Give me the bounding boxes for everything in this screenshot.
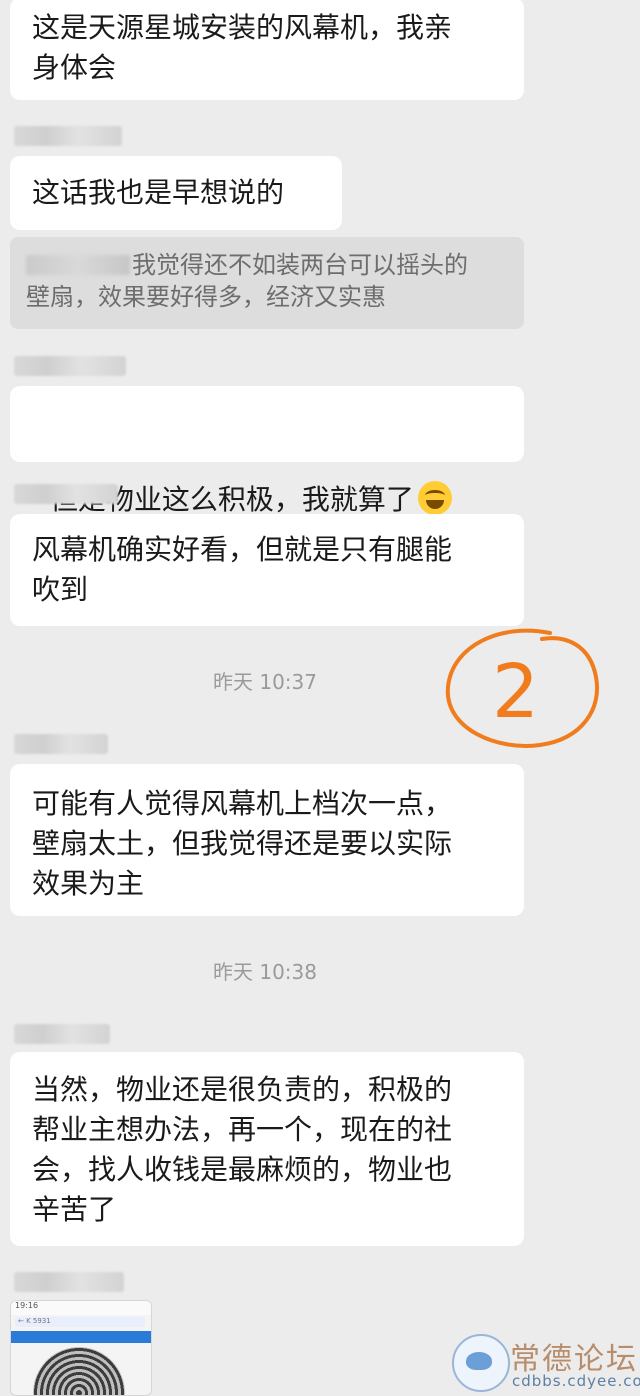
thumbnail-nav-bar: ← K 5931	[15, 1317, 145, 1327]
laughing-tears-emoji-icon	[417, 481, 452, 515]
forum-logo-icon	[452, 1334, 510, 1392]
image-message-thumbnail[interactable]: 19:16 ← K 5931	[10, 1300, 152, 1396]
message-bubble[interactable]: 当然，物业还是很负责的，积极的 帮业主想办法，再一个，现在的社 会，找人收钱是最…	[10, 1052, 524, 1246]
message-bubble[interactable]: 但是物业这么积极，我就算了	[10, 386, 524, 516]
thumbnail-header	[11, 1331, 151, 1343]
thumbnail-status-bar: 19:16	[11, 1301, 151, 1315]
timestamp: 昨天 10:38	[213, 960, 317, 984]
message-bubble[interactable]: 这话我也是早想说的	[10, 156, 342, 230]
message-bubble[interactable]: 风幕机确实好看，但就是只有腿能 吹到	[10, 514, 524, 626]
annotation-label: 2	[492, 649, 539, 735]
watermark-url: cdbbs.cdyee.com	[512, 1372, 640, 1390]
fan-image	[33, 1347, 125, 1395]
sender-name-blurred	[14, 734, 108, 754]
message-bubble[interactable]: 可能有人觉得风幕机上档次一点， 壁扇太土，但我觉得还是要以实际 效果为主	[10, 764, 524, 916]
message-bubble[interactable]: 这是天源星城安装的风幕机，我亲 身体会	[10, 0, 524, 100]
quoted-sender-blurred	[26, 255, 130, 275]
site-watermark: 常德论坛 cdbbs.cdyee.com	[452, 1330, 640, 1392]
sender-name-blurred	[14, 356, 126, 376]
sender-name-blurred	[14, 484, 118, 504]
handwritten-annotation: 2	[445, 628, 599, 748]
sender-name-blurred	[14, 1024, 110, 1044]
sender-name-blurred	[14, 1272, 124, 1292]
quoted-message[interactable]: 我觉得还不如装两台可以摇头的 壁扇，效果要好得多，经济又实惠	[10, 237, 524, 329]
sender-name-blurred	[14, 126, 122, 146]
